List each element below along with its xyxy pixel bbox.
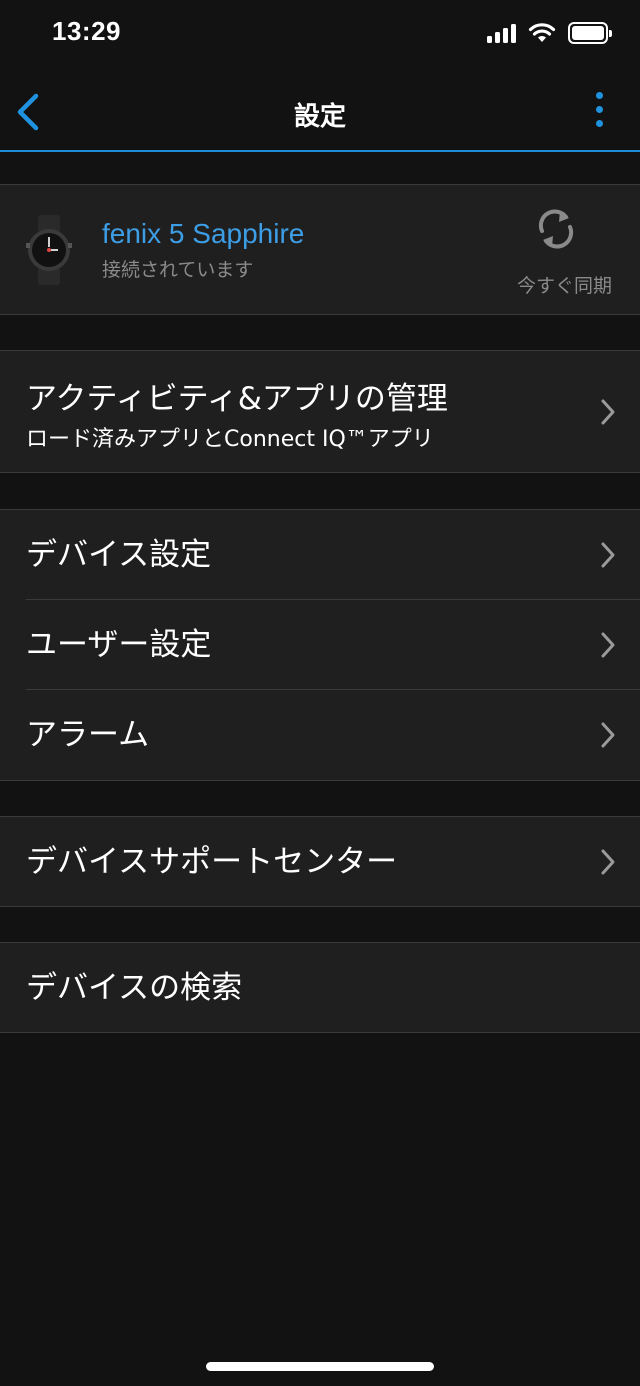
settings-group: デバイス設定 ユーザー設定 アラーム bbox=[0, 509, 640, 781]
chevron-right-icon bbox=[601, 722, 615, 748]
find-device-item[interactable]: デバイスの検索 bbox=[0, 943, 640, 1033]
activity-app-management-label: アクティビティ&アプリの管理 bbox=[26, 381, 448, 417]
find-device-label: デバイスの検索 bbox=[26, 970, 243, 1006]
device-support-center-label: デバイスサポートセンター bbox=[26, 844, 398, 880]
device-settings-row[interactable]: デバイス設定 bbox=[0, 510, 640, 600]
more-options-button[interactable] bbox=[592, 92, 606, 132]
alarms-row[interactable]: アラーム bbox=[0, 690, 640, 780]
chevron-right-icon bbox=[601, 542, 615, 568]
device-support-center-item[interactable]: デバイスサポートセンター bbox=[0, 817, 640, 907]
sync-now-label: 今すぐ同期 bbox=[516, 275, 612, 297]
device-card[interactable]: fenix 5 Sapphire 接続されています 今すぐ同期 bbox=[0, 184, 640, 315]
alarms-label: アラーム bbox=[26, 717, 150, 753]
device-support-center-row[interactable]: デバイスサポートセンター bbox=[0, 816, 640, 907]
status-icons bbox=[487, 22, 612, 44]
screen: 13:29 設定 fenix 5 Sapphire 接続されています 今すぐ同期… bbox=[0, 0, 640, 1386]
find-device-row[interactable]: デバイスの検索 bbox=[0, 942, 640, 1033]
device-name: fenix 5 Sapphire bbox=[102, 218, 305, 249]
sync-icon bbox=[538, 209, 574, 249]
nav-bar: 設定 bbox=[0, 70, 640, 152]
more-dot-icon bbox=[595, 106, 603, 113]
battery-icon bbox=[568, 22, 612, 44]
home-indicator[interactable] bbox=[206, 1362, 434, 1371]
wifi-icon bbox=[528, 23, 556, 42]
chevron-right-icon bbox=[601, 399, 615, 425]
activity-app-management-subtitle: ロード済みアプリとConnect IQ™アプリ bbox=[26, 427, 434, 452]
watch-image bbox=[26, 215, 72, 285]
sync-now-button[interactable]: 今すぐ同期 bbox=[502, 203, 612, 303]
page-title: 設定 bbox=[293, 102, 346, 132]
chevron-right-icon bbox=[601, 632, 615, 658]
status-bar: 13:29 bbox=[0, 0, 640, 70]
user-settings-row[interactable]: ユーザー設定 bbox=[0, 600, 640, 690]
cellular-signal-icon bbox=[487, 23, 516, 43]
more-dot-icon bbox=[595, 120, 603, 127]
user-settings-label: ユーザー設定 bbox=[26, 627, 212, 663]
activity-app-management-row[interactable]: アクティビティ&アプリの管理 ロード済みアプリとConnect IQ™アプリ bbox=[0, 350, 640, 473]
status-time: 13:29 bbox=[52, 16, 121, 46]
connection-status: 接続されています bbox=[102, 259, 254, 281]
more-dot-icon bbox=[595, 92, 603, 99]
device-settings-label: デバイス設定 bbox=[26, 537, 212, 573]
chevron-right-icon bbox=[601, 849, 615, 875]
